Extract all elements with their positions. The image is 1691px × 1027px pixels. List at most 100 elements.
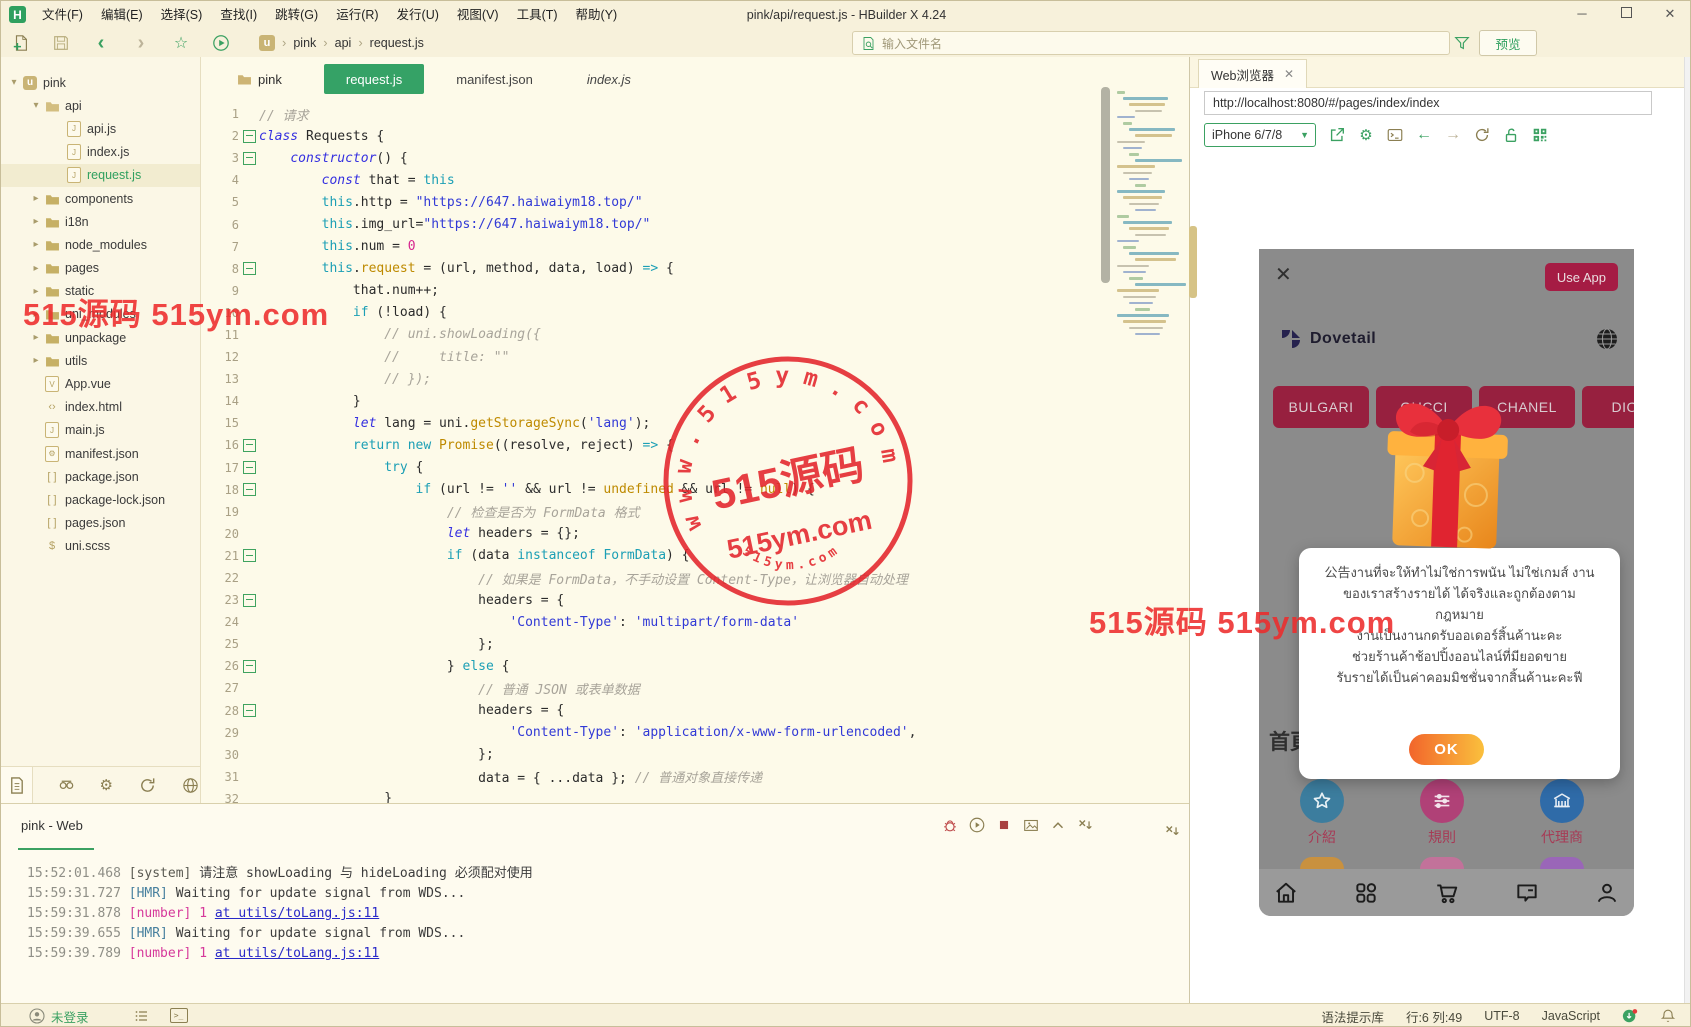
tree-item-node-modules[interactable]: ▸ node_modules [1, 233, 200, 256]
close-button[interactable]: ✕ [1648, 1, 1690, 28]
tree-item-utils[interactable]: ▸ utils [1, 349, 200, 372]
menu-item[interactable]: 帮助(Y) [567, 2, 627, 28]
project-context-tab[interactable]: pink [237, 72, 282, 87]
refresh-icon[interactable] [1473, 126, 1491, 144]
forward-arrow-icon[interactable]: → [1444, 126, 1462, 144]
run-icon[interactable] [968, 816, 986, 834]
tab-home-icon[interactable] [1273, 880, 1299, 906]
minimap[interactable] [1117, 91, 1186, 391]
language-globe-icon[interactable] [1594, 326, 1620, 352]
fold-marker[interactable] [242, 461, 256, 475]
breadcrumb-item[interactable]: request.js [370, 36, 424, 50]
tree-item-manifest.json[interactable]: ⚙ manifest.json [1, 442, 200, 465]
minimize-button[interactable]: ─ [1560, 1, 1604, 28]
back-icon[interactable]: ‹ [91, 33, 111, 53]
maximize-button[interactable] [1604, 1, 1648, 28]
fold-marker[interactable] [242, 483, 256, 497]
chevron-right-icon[interactable]: ▸ [29, 193, 43, 204]
tree-item-pink[interactable]: ▾ u pink [1, 71, 200, 94]
log-source-link[interactable]: at utils/toLang.js:11 [215, 906, 379, 921]
tree-item-index.html[interactable]: ‹› index.html [1, 396, 200, 419]
fold-marker[interactable] [242, 151, 256, 165]
forward-icon[interactable]: › [131, 33, 151, 53]
preview-button[interactable]: 预览 [1479, 30, 1537, 56]
tab-grid-icon[interactable] [1353, 880, 1379, 906]
use-app-button[interactable]: Use App [1544, 263, 1618, 291]
status-item[interactable]: 语法提示库 [1321, 1007, 1384, 1026]
chevron-right-icon[interactable]: ▸ [29, 263, 43, 274]
document-tab[interactable] [1, 767, 33, 803]
fold-marker[interactable] [242, 438, 256, 452]
fold-marker[interactable] [242, 593, 256, 607]
console-tab[interactable]: pink - Web [21, 818, 83, 833]
breadcrumb-item[interactable]: pink [293, 36, 316, 50]
feature-star[interactable]: 介紹 [1262, 779, 1382, 847]
device-select[interactable]: iPhone 6/7/8 ▼ [1204, 123, 1316, 147]
notifications-icon[interactable] [1660, 1008, 1676, 1024]
tree-item-i18n[interactable]: ▸ i18n [1, 210, 200, 233]
breadcrumb-item[interactable]: api [335, 36, 352, 50]
url-input[interactable]: http://localhost:8080/#/pages/index/inde… [1204, 91, 1652, 115]
tab-chat-icon[interactable] [1514, 880, 1540, 906]
tree-item-uni.scss[interactable]: $ uni.scss [1, 535, 200, 558]
collapse-icon[interactable] [1049, 816, 1067, 834]
tree-item-api[interactable]: ▾ api [1, 94, 200, 117]
status-item[interactable]: 行:6 列:49 [1406, 1007, 1462, 1026]
find-icon[interactable] [57, 776, 76, 795]
back-arrow-icon[interactable]: ← [1415, 126, 1433, 144]
feature-building[interactable]: 代理商 [1502, 779, 1622, 847]
favorite-icon[interactable]: ☆ [171, 33, 191, 53]
fold-marker[interactable] [242, 704, 256, 718]
feature-sliders[interactable]: 規則 [1382, 779, 1502, 847]
settings-icon[interactable]: ⚙ [1357, 126, 1375, 144]
chevron-down-icon[interactable]: ▾ [7, 77, 21, 88]
tree-item-pages[interactable]: ▸ pages [1, 257, 200, 280]
qr-code-icon[interactable] [1531, 126, 1549, 144]
tab-cart-icon[interactable] [1434, 880, 1460, 906]
tree-item-main.js[interactable]: Jmain.js [1, 419, 200, 442]
splitter-handle[interactable] [1189, 226, 1197, 298]
new-file-icon[interactable] [11, 33, 31, 53]
fold-marker[interactable] [242, 129, 256, 143]
refresh-icon[interactable] [138, 776, 157, 795]
brand-button-bulgari[interactable]: BULGARI [1273, 386, 1369, 428]
update-icon[interactable] [1622, 1008, 1638, 1024]
brand-button-dior[interactable]: DIOR [1582, 386, 1634, 428]
chevron-right-icon[interactable]: ▸ [29, 216, 43, 227]
stop-icon[interactable] [995, 816, 1013, 834]
plugin-icon[interactable]: ⚙ [100, 776, 114, 795]
login-status[interactable]: 未登录 [29, 1007, 89, 1026]
status-item[interactable]: UTF-8 [1484, 1009, 1519, 1023]
chevron-down-icon[interactable]: ▾ [29, 100, 43, 111]
browser-tab[interactable]: Web浏览器 ✕ [1198, 59, 1308, 88]
chevron-right-icon[interactable]: ▸ [29, 239, 43, 250]
lock-icon[interactable] [1502, 126, 1520, 144]
minimap-viewport[interactable] [1101, 87, 1110, 283]
tree-item-components[interactable]: ▸ components [1, 187, 200, 210]
menu-item[interactable]: 选择(S) [152, 2, 212, 28]
tree-item-index.js[interactable]: Jindex.js [1, 141, 200, 164]
tree-item-package-lock.json[interactable]: [ ] package-lock.json [1, 488, 200, 511]
editor-tab-manifest.json[interactable]: manifest.json [434, 64, 555, 94]
editor-tab-index.js[interactable]: index.js [565, 64, 653, 94]
terminal-icon[interactable]: >_ [169, 1008, 188, 1023]
editor-tab-request.js[interactable]: request.js [323, 64, 425, 94]
menu-item[interactable]: 查找(I) [211, 2, 266, 28]
log-source-link[interactable]: at utils/toLang.js:11 [215, 946, 379, 961]
menu-item[interactable]: 文件(F) [33, 2, 92, 28]
menu-item[interactable]: 视图(V) [448, 2, 508, 28]
menu-item[interactable]: 发行(U) [388, 2, 448, 28]
menu-item[interactable]: 运行(R) [327, 2, 387, 28]
run-icon[interactable] [211, 33, 231, 53]
menu-item[interactable]: 跳转(G) [266, 2, 327, 28]
ok-button[interactable]: OK [1409, 734, 1484, 765]
console-icon[interactable] [1386, 126, 1404, 144]
chevron-right-icon[interactable]: ▸ [29, 355, 43, 366]
close-icon[interactable]: ✕ [1275, 265, 1292, 285]
debug-icon[interactable] [941, 816, 959, 834]
file-search-box[interactable]: 输入文件名 [852, 31, 1450, 55]
tree-item-package.json[interactable]: [ ] package.json [1, 465, 200, 488]
outline-icon[interactable] [134, 1008, 150, 1024]
tree-item-request.js[interactable]: Jrequest.js [1, 163, 200, 187]
browser-scrollbar[interactable] [1684, 57, 1690, 1003]
